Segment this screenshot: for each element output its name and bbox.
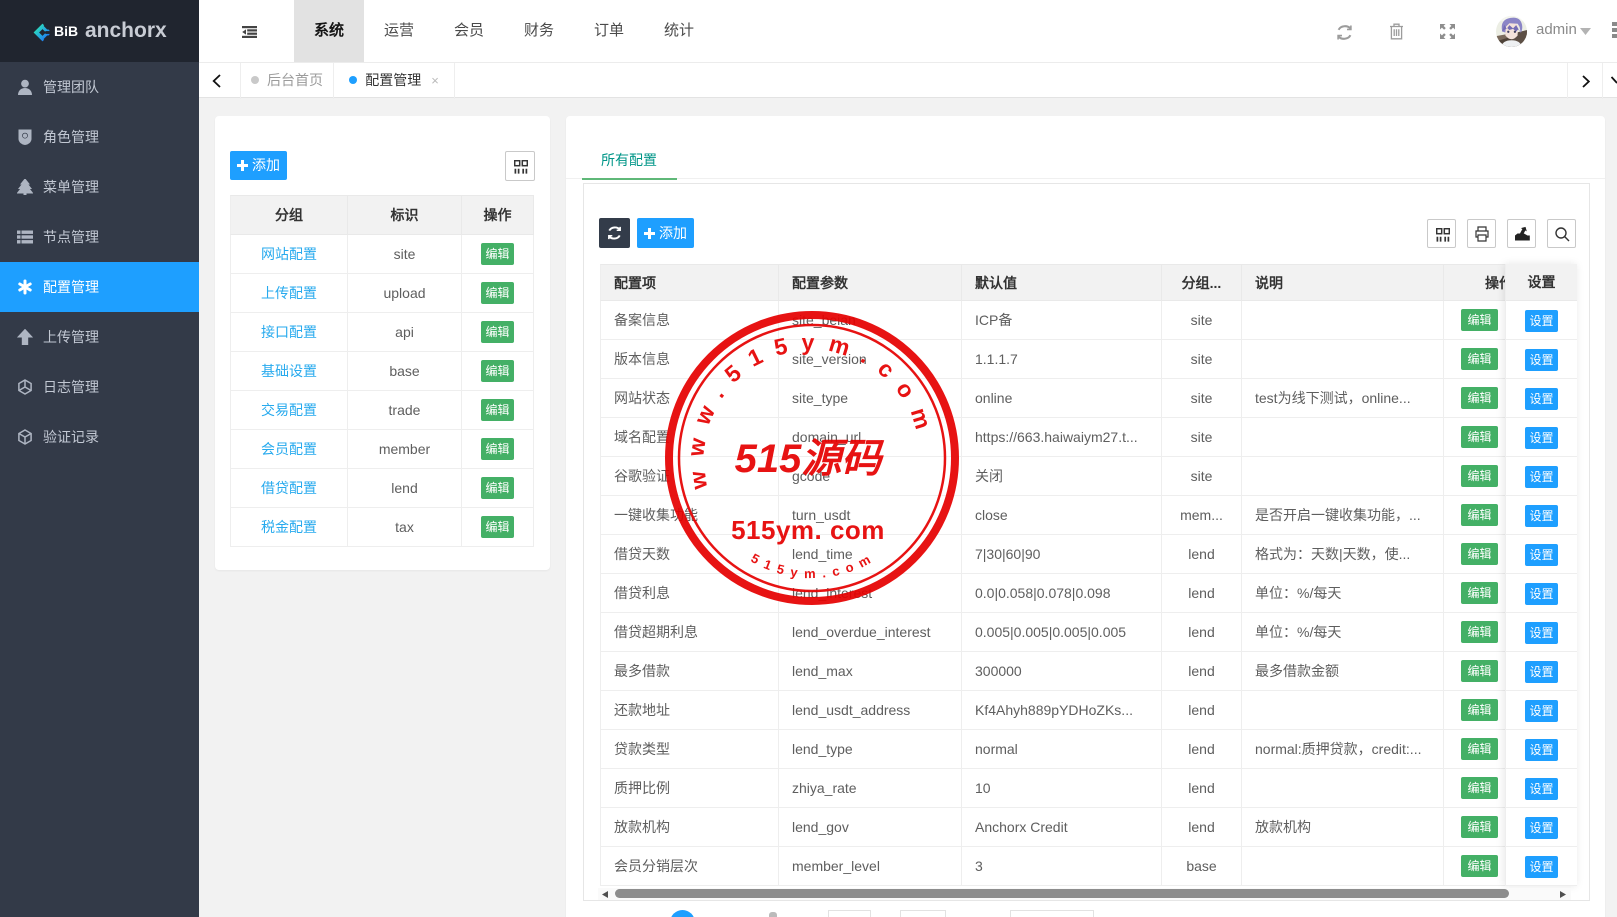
svg-text:515ym.com: 515ym.com (749, 548, 879, 581)
svg-text:515ym. com: 515ym. com (731, 515, 885, 545)
svg-text:515源码: 515源码 (735, 437, 885, 481)
